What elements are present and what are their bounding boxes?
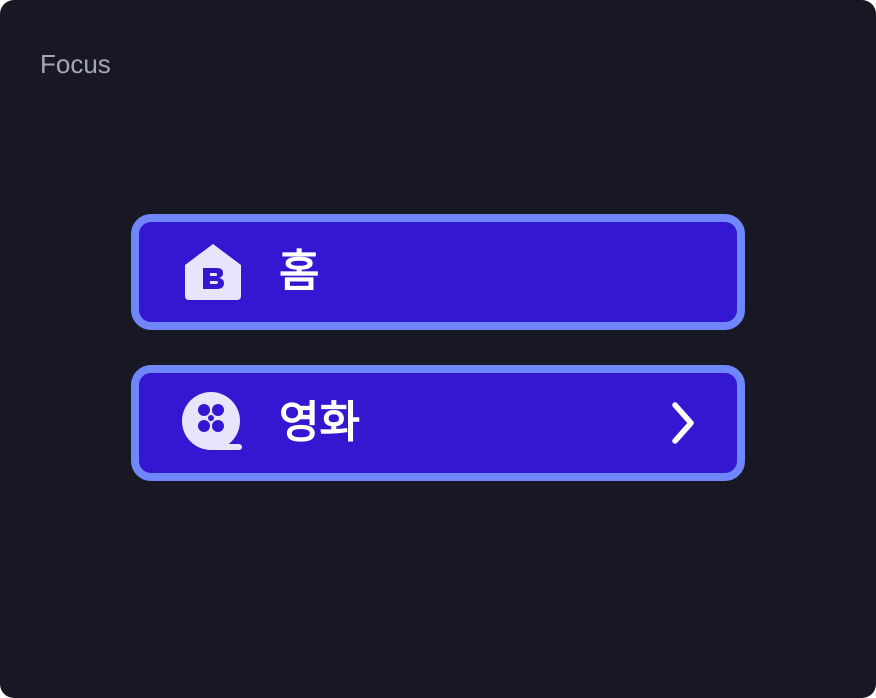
focus-demo-panel: Focus 홈 영화 [0,0,876,698]
menu-item-home[interactable]: 홈 [131,214,745,330]
home-icon [181,240,245,304]
menu-item-label: 홈 [279,246,320,297]
film-reel-icon [181,391,245,455]
panel-caption: Focus [40,49,111,79]
chevron-right-icon [665,399,701,447]
menu-item-label: 영화 [279,397,360,448]
menu-item-movies[interactable]: 영화 [131,365,745,481]
